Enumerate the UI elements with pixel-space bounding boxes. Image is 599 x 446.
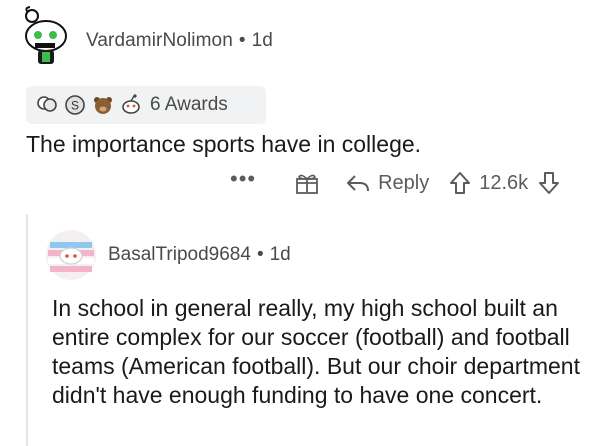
- separator: •: [256, 244, 264, 265]
- comment-author[interactable]: VardamirNolimon • 1d: [86, 30, 273, 52]
- more-options-button[interactable]: •••: [230, 168, 256, 190]
- reply-text: In school in general really, my high sch…: [52, 295, 580, 408]
- reply-label: Reply: [378, 171, 430, 194]
- user-avatar[interactable]: [18, 6, 74, 66]
- award-hug-icon: [37, 96, 57, 112]
- downvote-arrow-icon[interactable]: [538, 171, 560, 195]
- award-silver-icon: S: [65, 95, 85, 115]
- snoo-avatar-icon: [25, 6, 67, 64]
- reply-author[interactable]: BasalTripod9684 • 1d: [108, 244, 291, 266]
- separator: •: [238, 30, 246, 51]
- vote-control: 12.6k: [449, 171, 560, 195]
- reply-avatar[interactable]: [44, 228, 98, 282]
- timestamp: 1d: [269, 244, 291, 265]
- award-bear-icon: [94, 97, 112, 114]
- timestamp: 1d: [251, 30, 273, 51]
- reply-arrow-icon: [347, 175, 370, 192]
- give-award-icon[interactable]: [294, 170, 320, 196]
- awards-pill[interactable]: S 6 Awards: [26, 86, 266, 124]
- comment-text: The importance sports have in college.: [26, 131, 422, 157]
- thread-line[interactable]: [26, 214, 28, 446]
- awards-count: 6 Awards: [150, 94, 228, 115]
- username[interactable]: VardamirNolimon: [86, 30, 233, 51]
- comment-action-bar: ••• Reply 12.6k: [230, 166, 560, 200]
- award-snoo-icon: [122, 94, 140, 114]
- username[interactable]: BasalTripod9684: [108, 244, 251, 265]
- vote-score: 12.6k: [479, 171, 529, 194]
- svg-text:S: S: [71, 99, 79, 113]
- snoo-avatar-icon: [46, 230, 96, 280]
- reply-button[interactable]: Reply: [346, 172, 429, 195]
- upvote-arrow-icon[interactable]: [449, 171, 471, 195]
